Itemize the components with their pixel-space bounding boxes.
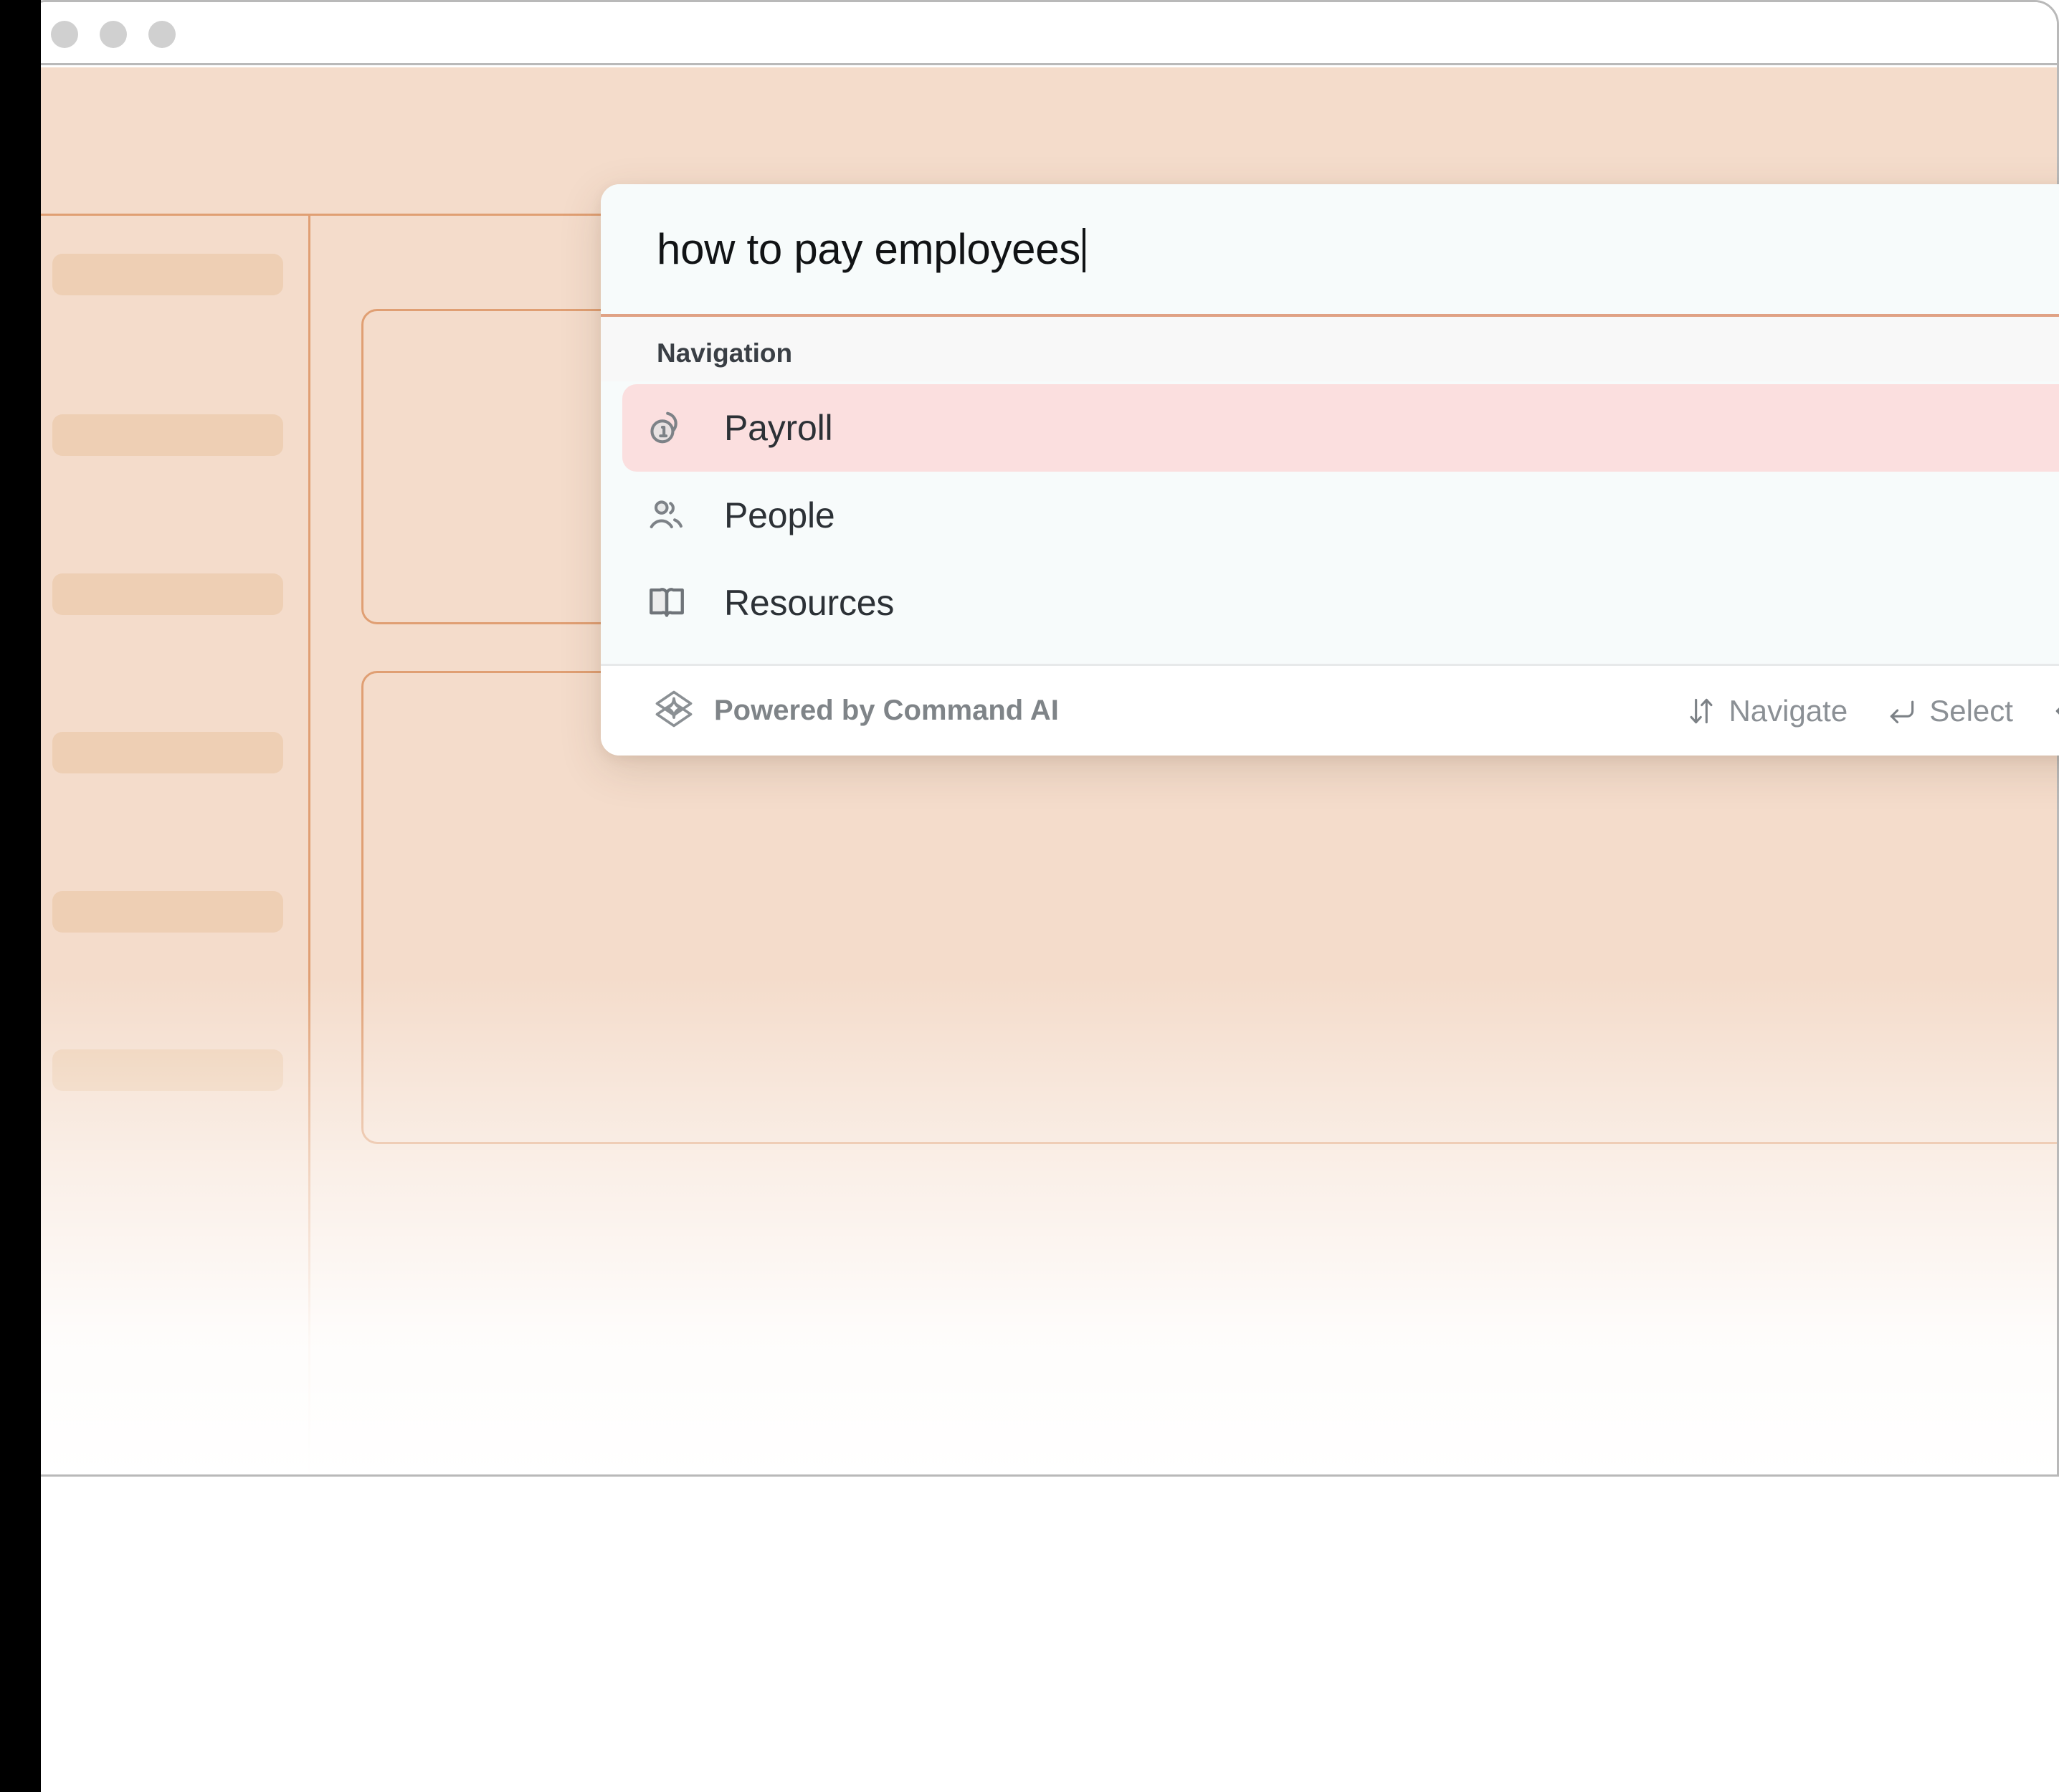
command-palette-footer: Powered by Command AI Navigate Select bbox=[601, 664, 2059, 756]
brand-attribution: Powered by Command AI bbox=[652, 687, 1059, 734]
result-label: Resources bbox=[724, 583, 895, 623]
users-icon bbox=[644, 492, 690, 538]
left-edge-band bbox=[0, 0, 41, 1792]
sidebar-placeholder-item bbox=[52, 1049, 283, 1091]
coins-icon bbox=[644, 405, 690, 451]
hint-label: Navigate bbox=[1728, 693, 1848, 728]
result-label: People bbox=[724, 495, 835, 535]
arrow-left-icon bbox=[2052, 695, 2059, 727]
keyboard-hints: Navigate Select bbox=[1685, 694, 2059, 728]
search-input-value: how to pay employees bbox=[657, 225, 1081, 273]
sidebar-placeholder-item bbox=[52, 414, 283, 456]
brand-label: Powered by Command AI bbox=[714, 695, 1059, 726]
results-list: Payroll People Resources bbox=[601, 381, 2059, 664]
result-row-resources[interactable]: Resources bbox=[622, 559, 2059, 647]
screenshot-stage: how to pay employees Navigation See more… bbox=[0, 0, 2059, 1792]
command-palette-modal: how to pay employees Navigation See more… bbox=[601, 184, 2059, 756]
traffic-light-buttons[interactable] bbox=[51, 21, 176, 48]
sidebar-placeholder-item bbox=[52, 254, 283, 295]
hint-select: Select bbox=[1886, 694, 2013, 728]
browser-titlebar bbox=[24, 2, 2057, 65]
hint-return: Return bbox=[2052, 694, 2059, 728]
minimize-window-button[interactable] bbox=[100, 21, 127, 48]
sidebar-placeholder-item bbox=[52, 573, 283, 615]
book-icon bbox=[644, 580, 690, 626]
sidebar-placeholder-item bbox=[52, 891, 283, 933]
hint-label: Select bbox=[1929, 693, 2013, 728]
result-row-payroll[interactable]: Payroll bbox=[622, 384, 2059, 472]
result-row-people[interactable]: People bbox=[622, 472, 2059, 559]
close-window-button[interactable] bbox=[51, 21, 78, 48]
results-section-header: Navigation See more bbox=[601, 317, 2059, 381]
result-label: Payroll bbox=[724, 408, 833, 448]
section-title-navigation: Navigation bbox=[657, 338, 793, 368]
hint-navigate: Navigate bbox=[1685, 694, 1848, 728]
maximize-window-button[interactable] bbox=[148, 21, 176, 48]
command-palette-search-row[interactable]: how to pay employees bbox=[601, 184, 2059, 317]
arrow-down-up-icon bbox=[1685, 695, 1717, 727]
enter-return-icon bbox=[1886, 695, 1918, 727]
sidebar-placeholder-item bbox=[52, 732, 283, 773]
search-input[interactable]: how to pay employees bbox=[657, 224, 1086, 274]
text-caret bbox=[1083, 228, 1086, 272]
app-sidebar-placeholder bbox=[24, 216, 310, 1474]
command-ai-logo-icon bbox=[652, 687, 695, 734]
